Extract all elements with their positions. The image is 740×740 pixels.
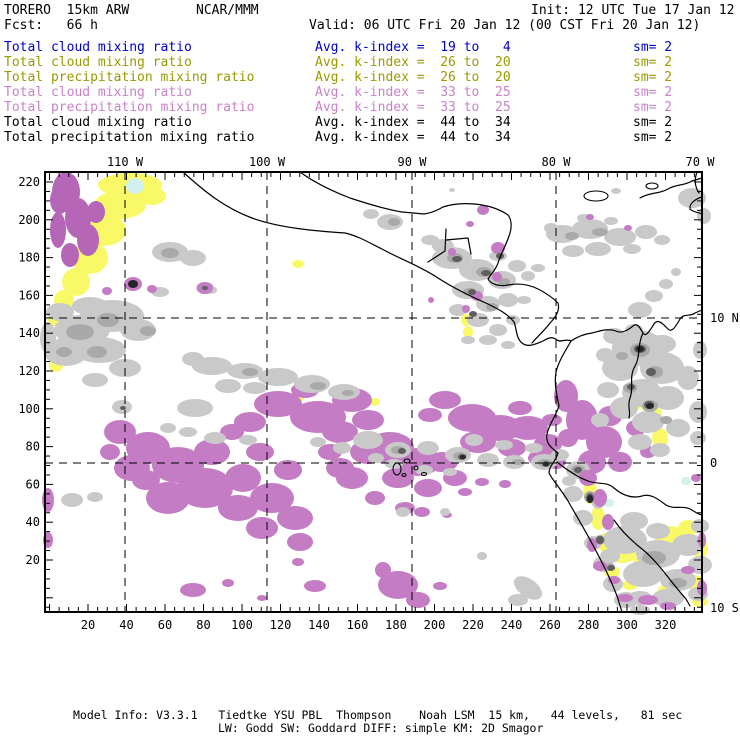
left-axis-label: 200	[18, 213, 40, 227]
bottom-axis-label: 220	[462, 618, 484, 632]
left-axis-label: 20	[26, 553, 40, 567]
left-axis-label: 160	[18, 288, 40, 302]
model-info-line2: LW: Godd SW: Goddard DIFF: simple KM: 2D…	[218, 721, 544, 735]
weather-model-plot: { "header": { "model": "TORERO 15km ARW"…	[0, 0, 740, 740]
right-axis-label: 10 S	[710, 601, 739, 615]
top-axis-label: 70 W	[686, 155, 716, 169]
bottom-axis-label: 180	[385, 618, 407, 632]
top-axis-label: 80 W	[542, 155, 572, 169]
forecast-map: 110 W 100 W 90 W 80 W 70 W 20 40 60 80 100 120 140 1…	[18, 155, 739, 632]
model-info-line1: Model Info: V3.3.1 Tiedtke YSU PBL Thomp…	[73, 708, 683, 722]
bottom-axis-label: 60	[158, 618, 172, 632]
top-axis-label: 110 W	[107, 155, 144, 169]
right-axis-label: 10 N	[710, 311, 739, 325]
bottom-axis-label: 20	[81, 618, 95, 632]
bottom-axis-label: 120	[270, 618, 292, 632]
bottom-axis-label: 320	[655, 618, 677, 632]
bottom-axis-label: 140	[308, 618, 330, 632]
right-axis-label: 0	[710, 456, 717, 470]
bottom-axis-label: 240	[501, 618, 523, 632]
bottom-axis-label: 100	[231, 618, 253, 632]
coast-gulf-yucatan-caribbean	[299, 171, 560, 344]
left-axis-label: 80	[26, 440, 40, 454]
bottom-axis-label: 200	[424, 618, 446, 632]
left-axis-label: 220	[18, 175, 40, 189]
bottom-axis-label: 80	[196, 618, 210, 632]
left-axis-label: 120	[18, 364, 40, 378]
bottom-axis-label: 40	[119, 618, 133, 632]
bottom-axis-label: 160	[347, 618, 369, 632]
left-axis-label: 60	[26, 477, 40, 491]
top-axis-label: 100 W	[249, 155, 286, 169]
island-isle-of-youth	[645, 182, 659, 190]
top-axis-label: 90 W	[398, 155, 428, 169]
island-jamaica	[583, 190, 609, 202]
left-axis-label: 40	[26, 515, 40, 529]
bottom-axis-label: 300	[616, 618, 638, 632]
bottom-axis-label: 280	[578, 618, 600, 632]
left-axis-label: 140	[18, 326, 40, 340]
left-axis-label: 180	[18, 251, 40, 265]
bottom-axis-label: 260	[539, 618, 561, 632]
left-axis-label: 100	[18, 402, 40, 416]
